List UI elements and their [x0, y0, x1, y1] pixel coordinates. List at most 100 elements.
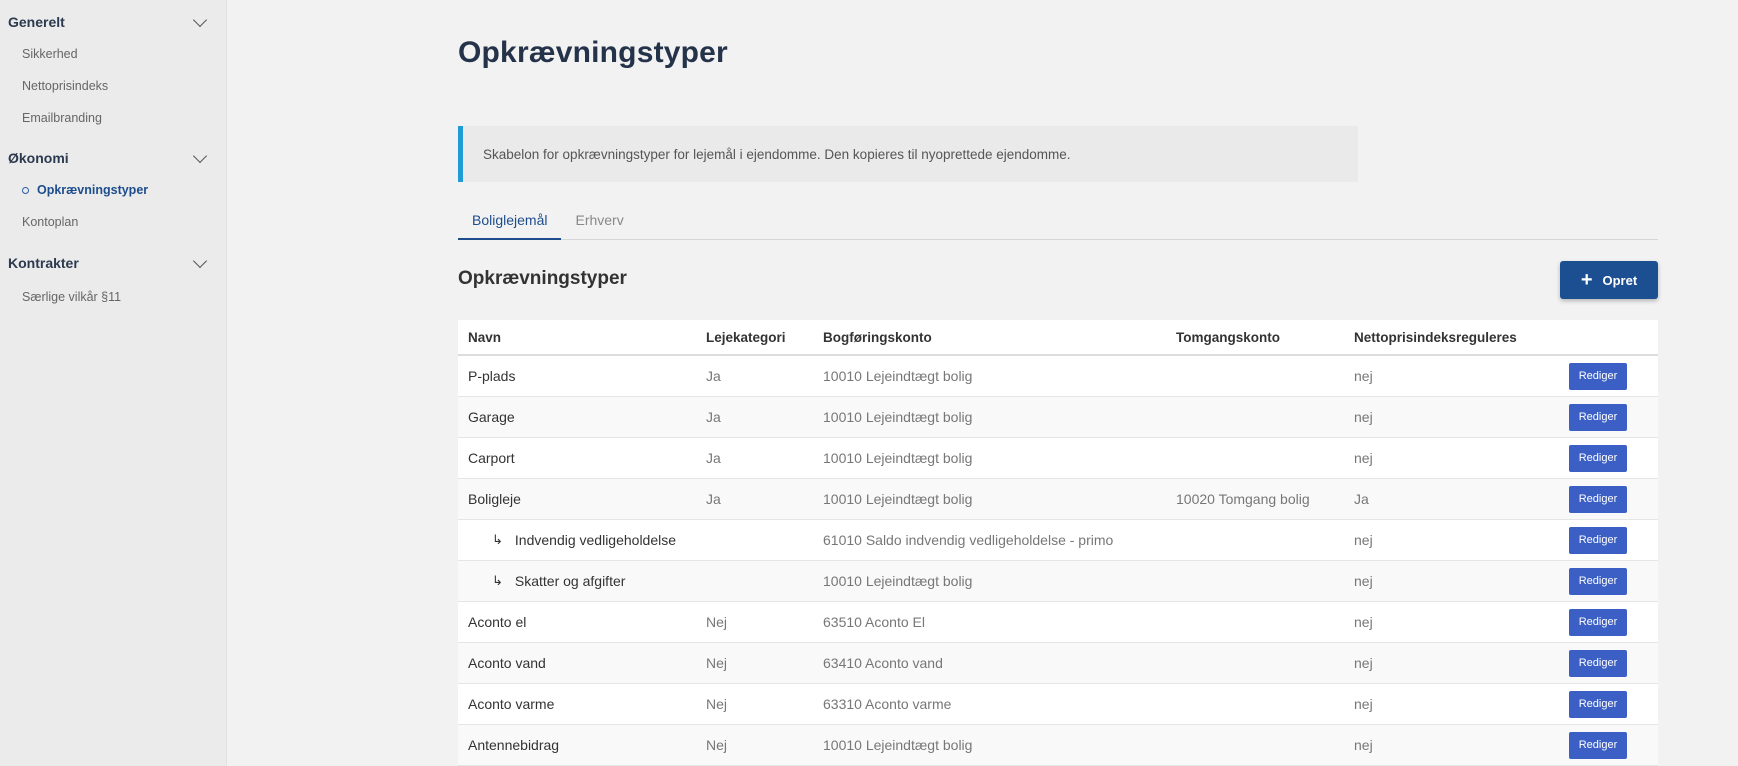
cell-category: Ja	[706, 491, 721, 507]
cell-name: Aconto vand	[458, 655, 706, 671]
table-row: Garage Ja 10010 Lejeindtægt bolig nej Redige…	[458, 397, 1658, 438]
cell-account: 10010 Lejeindtægt bolig	[823, 573, 973, 589]
column-header-npi: Nettoprisindeksreguleres	[1354, 329, 1517, 345]
chevron-down-icon	[192, 12, 208, 27]
charge-types-table: Navn Lejekategori Bogføringskonto Tomgan…	[458, 320, 1658, 766]
cell-account: 63310 Aconto varme	[823, 696, 952, 712]
tab-boliglejemaal[interactable]: Boliglejemål	[458, 204, 562, 240]
cell-name-text: Indvendig vedligeholdelse	[514, 532, 677, 548]
cell-npi: nej	[1354, 573, 1373, 589]
cell-actions: Rediger	[1569, 567, 1658, 595]
edit-button[interactable]: Rediger	[1569, 567, 1627, 595]
cell-name: Antennebidrag	[458, 737, 706, 753]
cell-name-text: Aconto varme	[468, 696, 555, 712]
sidebar-item-opkraevningstyper[interactable]: Opkrævningstyper	[0, 180, 227, 200]
cell-name-text: Aconto vand	[468, 655, 546, 671]
cell-name: Aconto varme	[458, 696, 706, 712]
table-row: ↳ Skatter og afgifter 10010 Lejeindtægt bo…	[458, 561, 1658, 602]
active-dot-icon	[22, 186, 29, 194]
edit-button[interactable]: Rediger	[1569, 690, 1627, 718]
edit-button[interactable]: Rediger	[1569, 608, 1627, 636]
create-button[interactable]: + Opret	[1560, 261, 1658, 299]
cell-account: 10010 Lejeindtægt bolig	[823, 368, 973, 384]
cell-account: 63510 Aconto El	[823, 614, 925, 630]
cell-account: 63410 Aconto vand	[823, 655, 943, 671]
cell-account: 10010 Lejeindtægt bolig	[823, 409, 973, 425]
table-row: Carport Ja 10010 Lejeindtægt bolig nej Redig…	[458, 438, 1658, 479]
cell-npi: nej	[1354, 368, 1373, 384]
create-button-label: Opret	[1602, 272, 1638, 288]
sub-item-arrow-icon: ↳	[492, 573, 503, 588]
sidebar-item-kontoplan[interactable]: Kontoplan	[0, 212, 227, 232]
edit-button[interactable]: Rediger	[1569, 526, 1627, 554]
cell-actions: Rediger	[1569, 485, 1658, 513]
nav-group-header-okonomi[interactable]: Økonomi	[0, 147, 227, 169]
cell-actions: Rediger	[1569, 649, 1658, 677]
cell-name-text: Boligleje	[468, 491, 521, 507]
sidebar-item-sikkerhed[interactable]: Sikkerhed	[0, 44, 227, 64]
sidebar-item-label: Nettoprisindeks	[22, 79, 109, 93]
column-header-category: Lejekategori	[706, 329, 786, 345]
table-body: P-plads Ja 10010 Lejeindtægt bolig nej Redig…	[458, 356, 1658, 766]
cell-npi: Ja	[1354, 491, 1369, 507]
column-header-account: Bogføringskonto	[823, 329, 932, 345]
cell-name: Aconto el	[458, 614, 706, 630]
column-header-vacancy: Tomgangskonto	[1176, 329, 1280, 345]
cell-vacancy: 10020 Tomgang bolig	[1176, 491, 1310, 507]
cell-category: Nej	[706, 655, 728, 671]
cell-npi: nej	[1354, 532, 1373, 548]
cell-name-text: Aconto el	[468, 614, 527, 630]
cell-name-text: Skatter og afgifter	[514, 573, 626, 589]
cell-npi: nej	[1354, 696, 1373, 712]
plus-icon: +	[1580, 269, 1593, 291]
sidebar-item-saerlige-vilkaar[interactable]: Særlige vilkår §11	[0, 287, 227, 307]
tab-erhverv[interactable]: Erhverv	[561, 204, 637, 240]
nav-group-header-generelt[interactable]: Generelt	[0, 11, 227, 33]
cell-actions: Rediger	[1569, 608, 1658, 636]
edit-button[interactable]: Rediger	[1569, 362, 1627, 390]
cell-account: 10010 Lejeindtægt bolig	[823, 450, 973, 466]
page-title: Opkrævningstyper	[458, 36, 728, 69]
cell-actions: Rediger	[1569, 690, 1658, 718]
sidebar-item-label: Kontoplan	[22, 215, 79, 229]
cell-name: Carport	[458, 450, 706, 466]
table-row: Aconto varme Nej 63310 Aconto varme nej Redi…	[458, 684, 1658, 725]
edit-button[interactable]: Rediger	[1569, 649, 1627, 677]
column-header-name: Navn	[468, 329, 502, 345]
edit-button[interactable]: Rediger	[1569, 731, 1627, 759]
sub-item-arrow-icon: ↳	[492, 532, 503, 547]
cell-actions: Rediger	[1569, 731, 1658, 759]
table-row: P-plads Ja 10010 Lejeindtægt bolig nej Redig…	[458, 356, 1658, 397]
cell-npi: nej	[1354, 614, 1373, 630]
cell-name-text: Carport	[468, 450, 515, 466]
cell-name-text: P-plads	[468, 368, 516, 384]
nav-group-header-kontrakter[interactable]: Kontrakter	[0, 252, 227, 274]
chevron-down-icon	[192, 148, 208, 163]
nav-group-generelt: Generelt Sikkerhed Nettoprisindeks Email…	[0, 11, 227, 128]
chevron-down-icon	[192, 253, 208, 268]
nav-group-kontrakter: Kontrakter Særlige vilkår §11	[0, 252, 227, 307]
sidebar-item-label: Sikkerhed	[22, 47, 78, 61]
sidebar-item-nettoprisindeks[interactable]: Nettoprisindeks	[0, 76, 227, 96]
cell-account: 10010 Lejeindtægt bolig	[823, 737, 973, 753]
cell-name-text: Garage	[468, 409, 515, 425]
cell-actions: Rediger	[1569, 362, 1658, 390]
edit-button[interactable]: Rediger	[1569, 485, 1627, 513]
sidebar-item-label: Opkrævningstyper	[37, 183, 149, 197]
sidebar-item-emailbranding[interactable]: Emailbranding	[0, 108, 227, 128]
sidebar: Generelt Sikkerhed Nettoprisindeks Email…	[0, 0, 227, 766]
nav-group-title: Generelt	[8, 14, 65, 30]
cell-name-text: Antennebidrag	[468, 737, 560, 753]
edit-button[interactable]: Rediger	[1569, 444, 1627, 472]
sidebar-item-label: Emailbranding	[22, 111, 102, 125]
cell-category: Ja	[706, 450, 721, 466]
tab-bar: Boliglejemål Erhverv	[458, 204, 1658, 240]
cell-account: 61010 Saldo indvendig vedligeholdelse - …	[823, 532, 1114, 548]
cell-npi: nej	[1354, 450, 1373, 466]
cell-account: 10010 Lejeindtægt bolig	[823, 491, 973, 507]
cell-name: Garage	[458, 409, 706, 425]
table-row: Boligleje Ja 10010 Lejeindtægt bolig 10020 …	[458, 479, 1658, 520]
cell-actions: Rediger	[1569, 444, 1658, 472]
cell-category: Nej	[706, 737, 728, 753]
edit-button[interactable]: Rediger	[1569, 403, 1627, 431]
